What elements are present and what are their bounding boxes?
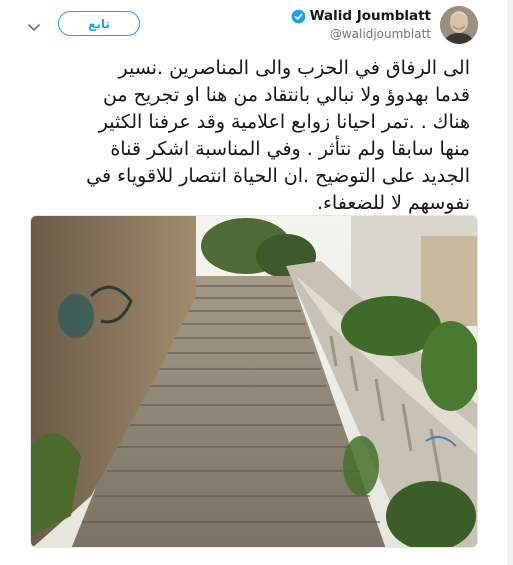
chevron-down-icon[interactable] — [28, 18, 40, 32]
tweet-text: الى الرفاق في الحزب والى المناصرين .نسير… — [86, 57, 470, 214]
follow-button[interactable]: تابع — [58, 11, 140, 36]
avatar-portrait-icon — [440, 6, 478, 44]
author-handle[interactable]: @walidjoumblatt — [291, 27, 431, 41]
photo-stone-staircase-icon — [31, 216, 477, 547]
verified-badge-icon — [291, 9, 306, 24]
tweet-photo[interactable] — [30, 215, 478, 548]
scrollbar[interactable] — [507, 0, 513, 565]
tweet-header: Walid Joumblatt @walidjoumblatt تابع — [0, 0, 513, 48]
author-block: Walid Joumblatt @walidjoumblatt — [291, 8, 431, 41]
avatar[interactable] — [440, 6, 478, 44]
author-display-name[interactable]: Walid Joumblatt — [310, 8, 431, 24]
tweet-card: Walid Joumblatt @walidjoumblatt تابع الى… — [0, 0, 513, 565]
